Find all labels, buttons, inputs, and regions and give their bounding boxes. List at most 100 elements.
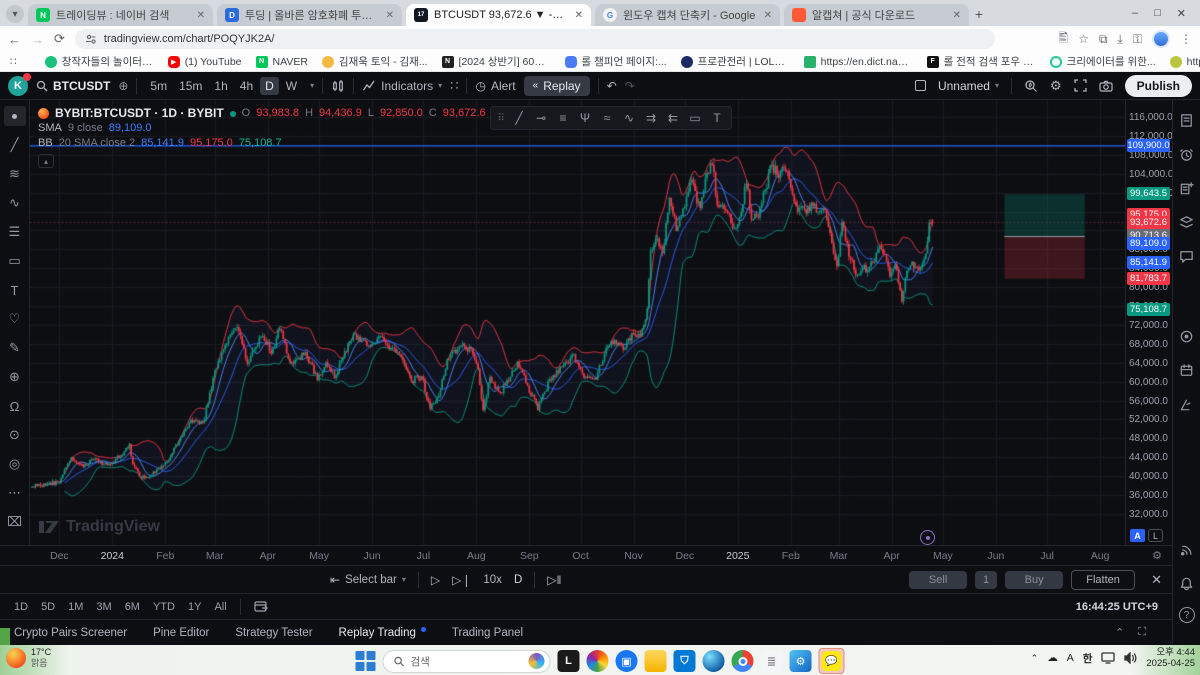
apps-grid-icon[interactable]: ∷ (10, 56, 17, 68)
forecast-tool[interactable]: ☰ (4, 222, 26, 242)
legend-symbol-row[interactable]: BYBIT:BTCUSDT · 1D · BYBIT O93,983.8 H94… (38, 106, 567, 121)
new-tab-button[interactable]: + (969, 4, 989, 24)
calendar-icon[interactable] (1177, 360, 1197, 380)
file-explorer-icon[interactable] (645, 650, 667, 672)
footer-tab-strategy-tester[interactable]: Strategy Tester (235, 627, 312, 639)
layout-grid-icon[interactable]: ∷ (450, 78, 458, 94)
text-tool[interactable]: T (4, 280, 26, 300)
timeframe-chevron-icon[interactable]: ▾ (310, 81, 314, 90)
notes-icon[interactable]: ≣ (761, 650, 783, 672)
watchlist-icon[interactable] (1177, 110, 1197, 130)
horizontal-ray-icon[interactable]: ⊸ (531, 108, 551, 128)
hide-drawings-tool[interactable]: ◎ (4, 454, 26, 474)
translate-icon[interactable]: 🖺 (1059, 29, 1069, 50)
clock-display[interactable]: 16:44:25 UTC+9 (1076, 601, 1158, 613)
more-tools[interactable]: ⋯ (4, 483, 26, 503)
close-replay-icon[interactable]: ✕ (1151, 572, 1162, 588)
quantity-button[interactable]: 1 (975, 571, 997, 589)
minimize-button[interactable]: – (1132, 7, 1138, 20)
side-panel-icon[interactable]: ⧉ (1099, 32, 1108, 47)
compare-add-icon[interactable]: ⊕ (118, 79, 128, 93)
tab-close-icon[interactable]: ✕ (953, 10, 961, 21)
layout-square-icon[interactable] (915, 80, 926, 91)
range-1d[interactable]: 1D (14, 601, 28, 613)
timeframe-D[interactable]: D (260, 77, 279, 95)
select-bar-button[interactable]: ⇤ Select bar ▾ (330, 573, 406, 587)
ime-korean[interactable]: 한 (1083, 651, 1093, 666)
layout-name-button[interactable]: Unnamed ▾ (938, 79, 999, 93)
range-1y[interactable]: 1Y (188, 601, 201, 613)
tab-close-icon[interactable]: ✕ (386, 10, 394, 21)
timeframe-15m[interactable]: 15m (174, 77, 207, 95)
bookmark-item[interactable]: https://en.dict.nave... (804, 56, 913, 68)
bookmark-item[interactable]: F롤 전적 검색 포우 F... (927, 54, 1036, 69)
footer-tab-trading-panel[interactable]: Trading Panel (452, 627, 523, 639)
rectangle-tool[interactable]: ▭ (4, 251, 26, 271)
bookmark-item[interactable]: ▶(1) YouTube (168, 56, 242, 68)
replay-button[interactable]: « Replay (524, 76, 590, 96)
reload-button[interactable]: ⟳ (54, 31, 65, 47)
price-axis[interactable]: A L 116,000.0112,000.0108,000.0104,000.0… (1125, 100, 1172, 545)
short-position-icon[interactable]: ⇇ (663, 108, 683, 128)
onedrive-cloud-icon[interactable]: ☁ (1047, 652, 1058, 664)
store-icon[interactable]: ⛉ (674, 650, 696, 672)
timeframe-5m[interactable]: 5m (145, 77, 172, 95)
browser-tab[interactable]: G윈도우 캡쳐 단축키 - Google✕ (595, 4, 780, 26)
help-icon[interactable]: ? (1179, 607, 1195, 623)
fullscreen-icon[interactable] (1074, 79, 1087, 92)
range-5d[interactable]: 5D (41, 601, 55, 613)
weather-widget[interactable]: 17°C 맑음 (6, 647, 51, 670)
bookmark-item[interactable]: 크리에이터를 위한... (1050, 54, 1156, 69)
legend-sma-row[interactable]: SMA 9 close 89,109.0 (38, 121, 567, 136)
drawing-panel-icon[interactable] (1177, 394, 1197, 414)
chrome-icon[interactable] (732, 650, 754, 672)
tray-overflow-icon[interactable]: ⌃ (1031, 653, 1039, 664)
chart-style-icon[interactable] (331, 79, 345, 93)
forward-button[interactable]: → (31, 32, 44, 47)
jump-to-end-icon[interactable]: ▷‖ (547, 573, 561, 587)
bookmark-item[interactable]: N[2024 상반기] 600+... (442, 54, 551, 69)
bookmark-item[interactable]: https://www.inven.c... (1170, 56, 1200, 68)
replay-cursor-icon[interactable] (920, 530, 935, 545)
time-axis[interactable]: ⚙ Dec2024FebMarAprMayJunJulAugSepOctNovD… (0, 545, 1172, 565)
tray-clock[interactable]: 오후 4:44 2025-04-25 (1146, 647, 1195, 670)
journal-icon[interactable] (1177, 178, 1197, 198)
alert-button[interactable]: ◷ Alert (475, 79, 515, 93)
data-connection-icon[interactable] (1177, 539, 1197, 559)
parallel-channel-icon[interactable]: ≡ (553, 108, 573, 128)
browser-tab[interactable]: D투딩 | 올바른 암호화폐 투자의✕ (217, 4, 402, 26)
site-settings-icon[interactable] (85, 33, 97, 45)
time-axis-settings-icon[interactable]: ⚙ (1152, 549, 1162, 562)
range-1m[interactable]: 1M (68, 601, 83, 613)
quick-search-icon[interactable] (1024, 79, 1038, 93)
drawing-lock-tool[interactable]: ⊙ (4, 425, 26, 445)
step-forward-icon[interactable]: ▷❘ (452, 573, 471, 587)
range-ytd[interactable]: YTD (153, 601, 175, 613)
flatten-button[interactable]: Flatten (1071, 570, 1135, 590)
goto-date-icon[interactable] (254, 600, 269, 613)
ime-letter[interactable]: A (1067, 652, 1074, 664)
timeframe-4h[interactable]: 4h (235, 77, 258, 95)
tab-close-icon[interactable]: ✕ (197, 10, 205, 21)
bookmark-item[interactable]: 김재욱 토익 - 김재... (322, 54, 428, 69)
range-all[interactable]: All (214, 601, 226, 613)
object-tree-icon[interactable] (1177, 212, 1197, 232)
browser-tab[interactable]: 알캡쳐 | 공식 다운로드✕ (784, 4, 969, 26)
close-button[interactable]: ✕ (1177, 7, 1186, 20)
kakaotalk-icon[interactable]: 💬 (822, 651, 842, 671)
zoom-in-tool[interactable]: ⊕ (4, 367, 26, 387)
replay-interval[interactable]: D (514, 574, 522, 586)
back-button[interactable]: ← (8, 32, 21, 47)
user-avatar[interactable]: K (8, 76, 28, 96)
tab-close-icon[interactable]: ✕ (575, 10, 583, 21)
tab-close-icon[interactable]: ✕ (764, 10, 772, 21)
footer-tab-pine-editor[interactable]: Pine Editor (153, 627, 209, 639)
text-icon[interactable]: T (707, 108, 727, 128)
auto-scale-button[interactable]: A (1130, 529, 1145, 542)
chart-area[interactable]: BYBIT:BTCUSDT · 1D · BYBIT O93,983.8 H94… (30, 100, 1125, 545)
long-position-icon[interactable]: ⇉ (641, 108, 661, 128)
tab-search-button[interactable]: ▾ (6, 5, 24, 23)
timeframe-W[interactable]: W (281, 77, 302, 95)
photos-icon[interactable] (587, 650, 609, 672)
trend-line-tool[interactable]: ╱ (4, 135, 26, 155)
